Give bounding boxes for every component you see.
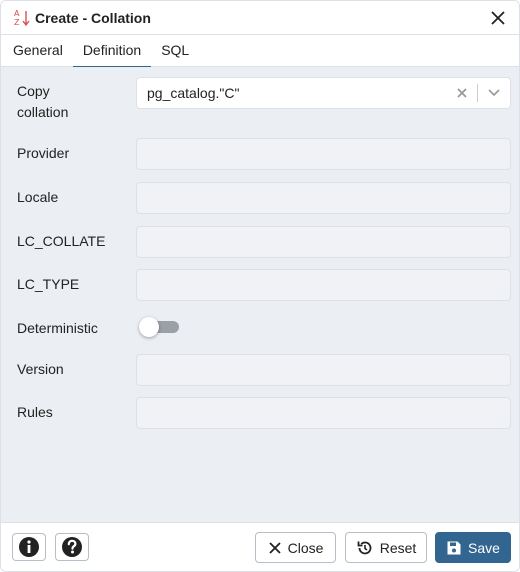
tab-bar: General Definition SQL <box>1 35 519 68</box>
reset-button[interactable]: Reset <box>345 532 427 563</box>
locale-label: Locale <box>17 189 59 205</box>
svg-text:A: A <box>14 9 20 18</box>
dialog-title: Create - Collation <box>35 9 151 26</box>
chevron-down-icon[interactable] <box>482 82 506 104</box>
save-button[interactable]: Save <box>435 532 511 563</box>
create-collation-dialog: A Z Create - Collation General Definitio… <box>0 0 520 572</box>
toggle-knob <box>139 317 159 337</box>
deterministic-label: Deterministic <box>17 320 98 336</box>
svg-text:Z: Z <box>14 18 20 27</box>
lc-type-field[interactable] <box>136 269 511 301</box>
help-icon <box>62 537 82 557</box>
rules-label: Rules <box>17 404 53 420</box>
copy-collation-select[interactable]: pg_catalog."C" <box>136 77 511 109</box>
save-button-label: Save <box>468 539 500 556</box>
tab-general[interactable]: General <box>3 35 73 67</box>
dialog-titlebar[interactable]: A Z Create - Collation <box>1 1 519 35</box>
close-icon[interactable] <box>489 9 507 27</box>
reset-icon <box>357 541 372 554</box>
deterministic-toggle[interactable] <box>139 317 179 337</box>
lc-collate-label: LC_COLLATE <box>17 233 106 249</box>
reset-button-label: Reset <box>379 539 417 556</box>
rules-field[interactable] <box>136 397 511 429</box>
close-icon <box>268 541 281 554</box>
lc-collate-field[interactable] <box>136 226 511 258</box>
close-button[interactable]: Close <box>255 532 336 563</box>
version-label: Version <box>17 361 64 377</box>
help-button[interactable] <box>55 533 89 561</box>
copy-collation-value: pg_catalog."C" <box>147 85 240 101</box>
version-field[interactable] <box>136 354 511 386</box>
collation-sort-icon: A Z <box>13 8 31 28</box>
definition-panel: Copy collation pg_catalog."C" Provider L… <box>1 67 519 522</box>
dialog-footer: Close Reset Save <box>1 522 519 571</box>
select-separator <box>477 84 478 102</box>
tab-definition[interactable]: Definition <box>72 35 152 68</box>
lc-type-label: LC_TYPE <box>17 276 80 292</box>
save-icon <box>447 541 461 554</box>
copy-collation-label: Copy collation <box>17 83 69 120</box>
close-button-label: Close <box>287 539 324 556</box>
info-icon <box>19 537 39 557</box>
info-button[interactable] <box>12 533 46 561</box>
provider-label: Provider <box>17 145 70 161</box>
tab-sql[interactable]: SQL <box>151 35 199 67</box>
locale-field[interactable] <box>136 182 511 214</box>
clear-icon[interactable] <box>451 82 473 104</box>
provider-field[interactable] <box>136 138 511 170</box>
